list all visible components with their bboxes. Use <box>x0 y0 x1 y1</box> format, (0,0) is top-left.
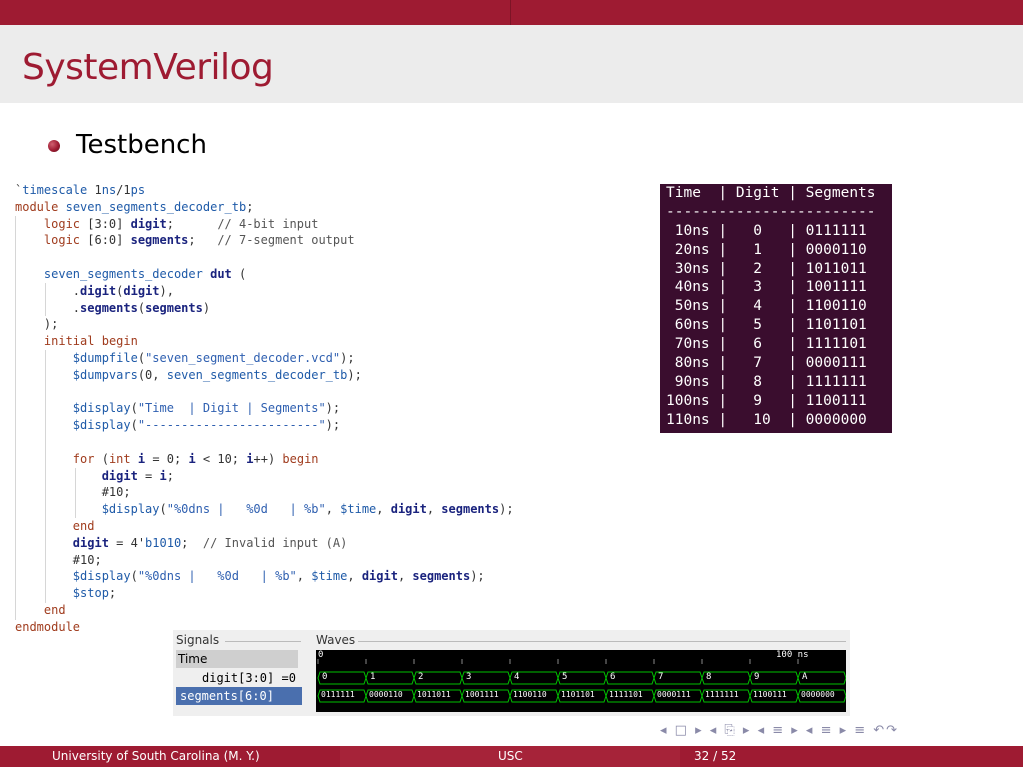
segments-value: 1100110 <box>513 690 547 699</box>
code-line: $display("Time | Digit | Segments"); <box>72 401 341 416</box>
segments-value: 0111111 <box>321 690 355 699</box>
terminal-row: 90ns | 8 | 1111111 <box>666 373 867 390</box>
banner-divider <box>510 0 511 25</box>
code-line: .digit(digit), <box>15 283 174 298</box>
waves-rule <box>358 641 846 642</box>
segments-value: 1111101 <box>609 690 643 699</box>
code-line: $display("%0dns | %0d | %b", $time, digi… <box>72 569 485 584</box>
terminal-row: 80ns | 7 | 0000111 <box>666 355 867 372</box>
digit-value: 0 <box>322 672 328 682</box>
segments-value: 1101101 <box>561 690 595 699</box>
terminal-row: 50ns | 4 | 1100110 <box>666 298 867 315</box>
code-line: seven_segments_decoder dut ( <box>43 266 247 281</box>
beamer-nav-icons[interactable]: ◂ □ ▸ ◂ ⎘ ▸ ◂ ≡ ▸ ◂ ≡ ▸ ≡ ↶↷ <box>660 723 899 738</box>
segments-value: 1001111 <box>465 690 499 699</box>
code-line: digit = i; <box>101 468 174 483</box>
segments-value: 0000000 <box>801 690 835 699</box>
signals-rule <box>225 641 301 642</box>
footer-center: USC <box>498 749 523 763</box>
terminal-row: 110ns | 10 | 0000000 <box>666 411 867 428</box>
terminal-row: 30ns | 2 | 1011011 <box>666 260 867 277</box>
segments-value: 1100111 <box>753 690 787 699</box>
code-line: $stop; <box>72 586 117 601</box>
signals-list: Time digit[3:0] =0 segments[6:0] =01 <box>176 650 302 710</box>
segments-value: 1111111 <box>705 690 739 699</box>
code-line: end <box>72 518 95 533</box>
signal-digit[interactable]: digit[3:0] =0 <box>202 669 296 687</box>
digit-value: 4 <box>514 672 520 682</box>
code-line: end <box>43 602 66 617</box>
code-listing: `timescale 1ns/1ps module seven_segments_… <box>15 182 514 636</box>
terminal-row: 10ns | 0 | 0111111 <box>666 222 867 239</box>
code-line: $display("%0dns | %0d | %b", $time, digi… <box>101 502 514 517</box>
bullet-text: Testbench <box>76 130 207 160</box>
segments-value: 0000110 <box>369 690 403 699</box>
digit-value: 5 <box>562 672 568 682</box>
terminal-output: Time | Digit | Segments -----------------… <box>660 184 892 433</box>
code-line: `timescale 1ns/1ps <box>15 183 146 197</box>
waveform-view[interactable]: 0 100 ns 0 1 2 3 4 5 6 7 8 9 A 0111111 0000110 101101… <box>316 650 846 712</box>
waves-label: Waves <box>316 633 356 647</box>
code-line: module seven_segments_decoder_tb; <box>15 199 254 214</box>
terminal-row: 100ns | 9 | 1100111 <box>666 392 867 409</box>
top-banner <box>0 0 1023 25</box>
code-line: initial begin <box>43 334 138 349</box>
code-line: logic [3:0] digit; // 4-bit input <box>43 216 319 231</box>
terminal-row: 40ns | 3 | 1001111 <box>666 279 867 296</box>
code-line: $dumpfile("seven_segment_decoder.vcd"); <box>72 350 355 365</box>
footer-institution: University of South Carolina (M. Y.) <box>52 749 260 763</box>
terminal-row: 20ns | 1 | 0000110 <box>666 241 867 258</box>
digit-value: 6 <box>610 672 616 682</box>
code-line: digit = 4'b1010; // Invalid input (A) <box>72 535 348 550</box>
terminal-header: Time | Digit | Segments <box>666 185 876 201</box>
code-line: ); <box>15 317 59 332</box>
slide-title: SystemVerilog <box>22 47 274 88</box>
digit-value: 1 <box>370 672 376 682</box>
digit-value: 8 <box>706 672 712 682</box>
code-line: #10; <box>15 552 102 567</box>
footer: University of South Carolina (M. Y.) USC… <box>0 746 1023 767</box>
digit-value: 9 <box>754 672 760 682</box>
code-line: .segments(segments) <box>15 300 211 315</box>
digit-value: 3 <box>466 672 472 682</box>
terminal-divider: ------------------------ <box>666 203 876 220</box>
gtkwave-panel: Signals Waves Time digit[3:0] =0 segment… <box>173 630 850 716</box>
digit-value: A <box>802 672 808 682</box>
waveform-traces <box>317 659 846 703</box>
digit-value: 2 <box>418 672 424 682</box>
code-line: $dumpvars(0, seven_segments_decoder_tb); <box>72 367 362 382</box>
terminal-row: 60ns | 5 | 1101101 <box>666 317 867 334</box>
code-line: #10; <box>15 485 131 500</box>
digit-value: 7 <box>658 672 664 682</box>
signals-time-header[interactable]: Time <box>176 650 298 668</box>
frame-title-bar: SystemVerilog <box>0 25 1023 103</box>
signals-label: Signals <box>176 633 220 647</box>
code-line: logic [6:0] segments; // 7-segment outpu… <box>43 233 355 248</box>
terminal-row: 70ns | 6 | 1111101 <box>666 336 867 353</box>
footer-page-number: 32 / 52 <box>694 749 737 763</box>
code-line: for (int i = 0; i < 10; i++) begin <box>72 451 319 466</box>
bullet-icon <box>48 140 60 152</box>
segments-value: 1011011 <box>417 690 451 699</box>
signal-segments[interactable]: segments[6:0] =01 <box>176 687 302 705</box>
code-line: $display("------------------------"); <box>72 418 341 433</box>
segments-value: 0000111 <box>657 690 691 699</box>
